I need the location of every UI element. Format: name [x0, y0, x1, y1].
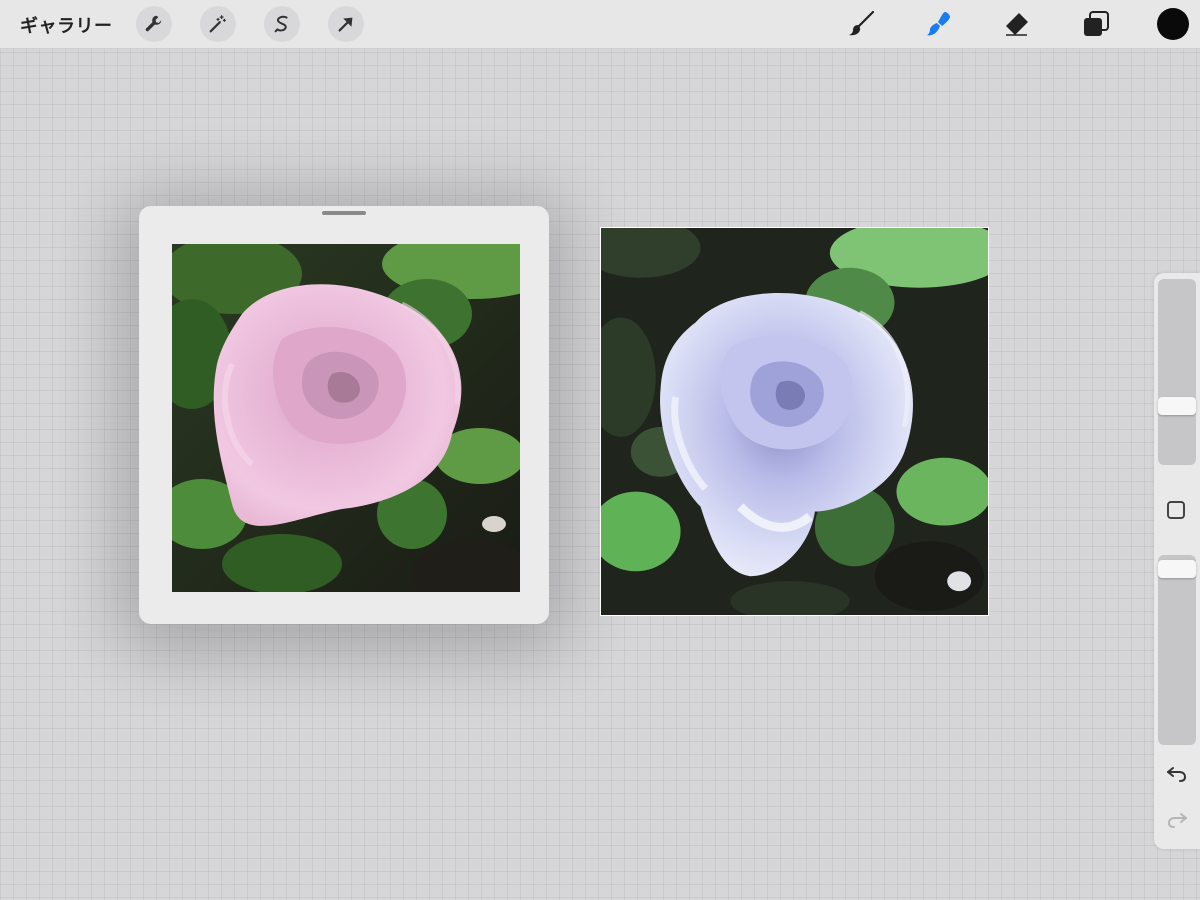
smudge-icon — [927, 12, 950, 36]
window-grabber-handle[interactable] — [322, 211, 366, 215]
top-toolbar: ギャラリー — [0, 0, 1200, 49]
eraser-icon — [1006, 13, 1028, 36]
magic-wand-icon — [209, 15, 226, 33]
eraser-tool[interactable] — [1000, 8, 1032, 40]
reference-photo — [172, 244, 520, 592]
opacity-thumb[interactable] — [1158, 560, 1196, 579]
gallery-button[interactable]: ギャラリー — [20, 12, 113, 38]
redo-arrow-icon[interactable] — [1164, 807, 1190, 833]
wrench-icon — [145, 15, 162, 32]
modify-button[interactable] — [1167, 501, 1185, 519]
reference-window[interactable] — [139, 206, 549, 624]
side-panel — [1154, 273, 1200, 849]
brush-size-slider[interactable] — [1158, 279, 1196, 465]
layers-button[interactable] — [1080, 8, 1112, 40]
transform-button[interactable] — [328, 6, 364, 42]
smudge-tool[interactable] — [922, 8, 954, 40]
brush-tool[interactable] — [845, 8, 877, 40]
selection-button[interactable] — [264, 6, 300, 42]
opacity-slider[interactable] — [1158, 555, 1196, 745]
color-picker-button[interactable] — [1157, 8, 1189, 40]
drawing-canvas[interactable] — [600, 227, 989, 616]
undo-arrow-icon[interactable] — [1164, 761, 1190, 787]
actions-button[interactable] — [136, 6, 172, 42]
adjustments-button[interactable] — [200, 6, 236, 42]
layers-icon — [1084, 11, 1109, 36]
transform-arrow-icon — [338, 17, 353, 32]
selection-icon — [274, 15, 288, 33]
brush-icon — [849, 10, 875, 36]
brush-size-thumb[interactable] — [1158, 396, 1196, 415]
